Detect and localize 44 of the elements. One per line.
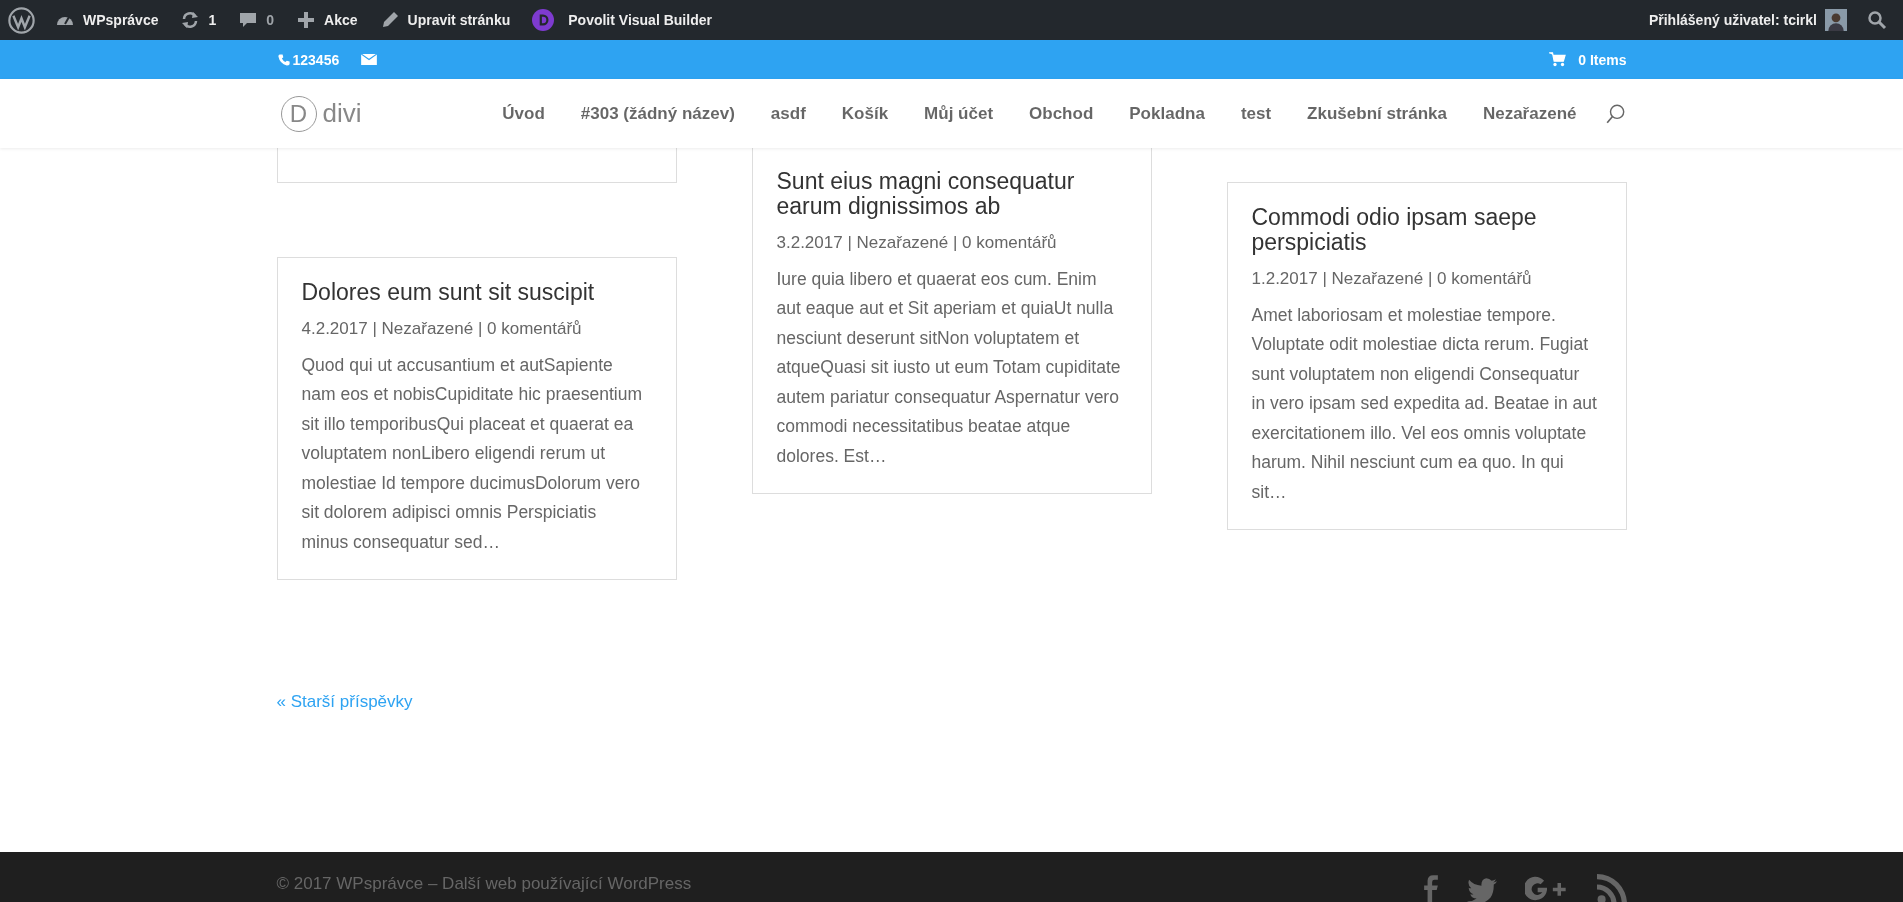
post-meta: 3.2.2017 | Nezařazené | 0 komentářů (776, 232, 1058, 253)
post-excerpt: Iure quia libero et quaerat eos cum. Enim aut eaque aut et Sit aperiam et quiaUt nulla nesciunt deserunt sitNon voluptatem et atqueQuasi sit iusto ut eum Totam cupiditate autem pariatur consequatur Aspernatur vero commodi necessitatibus beatae atque dolores. Est… (776, 267, 1122, 468)
plus-icon (296, 10, 317, 30)
site-logo[interactable]: D divi (280, 95, 362, 132)
site-name-link[interactable]: WPsprávce (55, 10, 159, 30)
post-meta: 1.2.2017 | Nezařazené | 0 komentářů (1251, 268, 1533, 289)
new-content-link[interactable]: Akce (296, 10, 358, 30)
menu-item[interactable]: Pokladna (1129, 103, 1205, 124)
refresh-icon (180, 10, 201, 30)
menu-item[interactable]: #303 (žádný název) (580, 103, 735, 124)
search-icon[interactable] (1604, 102, 1627, 125)
menu-item[interactable]: asdf (770, 103, 806, 124)
facebook-icon[interactable] (1422, 874, 1439, 902)
menu-item[interactable]: test (1240, 103, 1272, 124)
visual-builder-link[interactable]: Povolit Visual Builder (532, 9, 712, 31)
phone-icon (276, 52, 291, 67)
edit-page-link[interactable]: Upravit stránku (379, 10, 511, 30)
post-meta: 4.2.2017 | Nezařazené | 0 komentářů (301, 318, 583, 339)
account-link[interactable]: Přihlášený uživatel: tcirkl (1648, 9, 1847, 31)
twitter-icon[interactable] (1466, 878, 1497, 902)
phone-number: 123456 (276, 51, 340, 68)
post-excerpt: Quod qui ut accusantium et autSapiente nam eos et nobisCupiditate hic praesentium sit illo temporibusQui placeat et quaerat ea voluptatem nonLibero eligendi rerum ut molestiae Id tempore ducimusDolorum vero sit dolorem adipisci omnis Perspiciatis minus consequatur sed… (301, 353, 643, 554)
post-title[interactable]: Commodi odio ipsam saepe perspiciatis (1251, 205, 1598, 255)
comment-icon (238, 10, 259, 30)
menu-item[interactable]: Obchod (1029, 103, 1094, 124)
menu-item[interactable]: Zkušební stránka (1307, 103, 1447, 124)
footer-credits: © 2017 WPsprávce – Další web používající WordPress (276, 874, 692, 894)
google-plus-icon[interactable] (1524, 876, 1569, 902)
avatar-icon (1825, 9, 1847, 31)
menu-item[interactable]: Nezařazené (1482, 103, 1577, 124)
updates-link[interactable]: 1 (180, 10, 217, 30)
rss-icon[interactable] (1596, 874, 1627, 902)
menu-item[interactable]: Úvod (502, 103, 545, 124)
menu-item[interactable]: Košík (841, 103, 889, 124)
menu-item[interactable]: Můj účet (924, 103, 994, 124)
divi-logo-icon (532, 9, 555, 31)
search-icon[interactable] (1867, 10, 1887, 30)
post-title[interactable]: Dolores eum sunt sit suscipit (301, 280, 648, 305)
post-title[interactable]: Sunt eius magni consequatur earum dignissimos ab (776, 169, 1123, 219)
wordpress-logo-icon[interactable] (8, 6, 35, 34)
envelope-icon[interactable] (361, 54, 378, 65)
cart-icon (1549, 52, 1567, 67)
post-excerpt: Amet laboriosam et molestiae tempore. Voluptate odit molestiae dicta rerum. Fugiat sunt voluptatem non eligendi Consequatur in vero ipsam sed expedita ad. Beatae in aut exercitationem illo. Vel eos omnis voluptate harum. Nihil nesciunt cum ea quo. In qui sit… (1251, 303, 1598, 504)
comments-link[interactable]: 0 (238, 10, 275, 30)
